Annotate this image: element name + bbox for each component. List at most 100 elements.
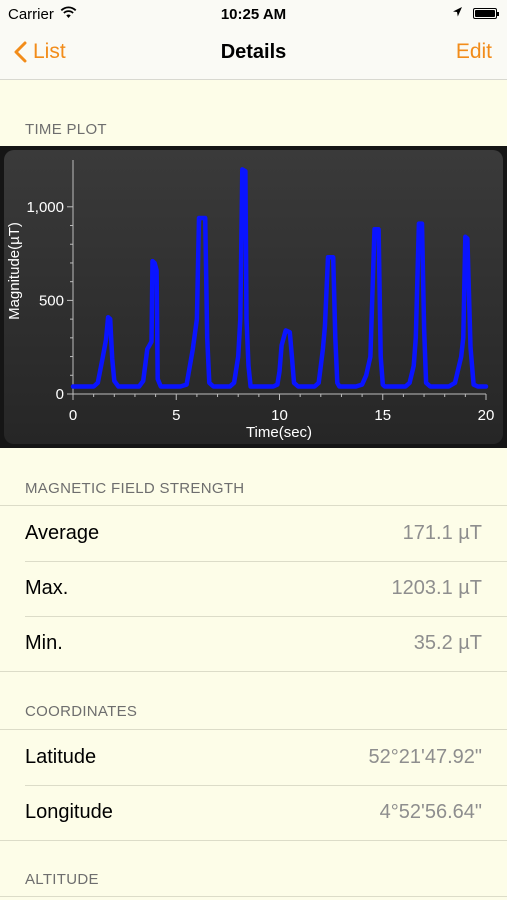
table-row-max: Max. 1203.1 µT [0, 561, 507, 616]
data-point [355, 385, 357, 388]
data-point [469, 346, 472, 348]
section-header-altitude: ALTITUDE [25, 871, 99, 888]
data-point [97, 382, 99, 384]
y-tick-label: 0 [56, 386, 64, 403]
data-point [280, 344, 283, 347]
location-arrow-icon [452, 5, 463, 22]
data-point [466, 237, 469, 240]
x-tick-label: 15 [374, 407, 391, 424]
data-point [415, 337, 417, 339]
data-point [111, 357, 113, 360]
data-point [142, 380, 144, 382]
data-point [198, 217, 200, 219]
data-point [334, 337, 337, 339]
data-point [317, 382, 320, 384]
data-point [421, 222, 423, 225]
data-point [151, 260, 154, 262]
data-point [113, 380, 116, 382]
data-point [105, 338, 107, 341]
row-value: 35.2 µT [413, 632, 482, 654]
data-point [324, 325, 326, 328]
data-point [377, 228, 380, 231]
data-point [460, 355, 463, 358]
data-point [379, 355, 382, 358]
data-point [429, 385, 432, 388]
table-row-longitude: Longitude 4°52'56.64" [0, 785, 507, 840]
y-tick-label: 1,000 [26, 199, 64, 216]
row-value: 171.1 µT [402, 522, 482, 544]
data-point [196, 318, 198, 320]
x-tick-label: 5 [172, 407, 180, 424]
data-point [208, 382, 211, 384]
data-point [229, 385, 231, 388]
data-point [404, 385, 407, 388]
data-point [464, 236, 467, 238]
data-point [448, 385, 450, 388]
data-point [291, 355, 293, 358]
data-point [313, 385, 316, 388]
magnetic-field-group: Average 171.1 µT Max. 1203.1 µT Min. 35.… [0, 505, 507, 672]
y-axis-label: Magnitude(µT) [6, 222, 23, 320]
data-point [485, 385, 487, 388]
data-point [382, 383, 384, 386]
data-point [289, 331, 291, 333]
row-label: Min. [25, 632, 63, 654]
data-point [278, 370, 281, 373]
data-point [156, 378, 159, 380]
table-row-average: Average 171.1 µT [0, 506, 507, 561]
data-point [418, 222, 420, 225]
section-header-coordinates: COORDINATES [25, 703, 138, 720]
data-point [284, 329, 287, 332]
data-point [204, 217, 206, 219]
edit-button[interactable]: Edit [456, 40, 492, 64]
data-point [408, 382, 411, 384]
x-tick-label: 0 [69, 407, 77, 424]
data-point [72, 385, 74, 388]
status-time: 10:25 AM [220, 6, 287, 23]
coordinates-group: Latitude 52°21'47.92" Longitude 4°52'56.… [0, 729, 507, 841]
data-point [327, 256, 329, 259]
data-point [102, 355, 104, 358]
data-point [117, 385, 120, 388]
row-value: 1203.1 µT [391, 577, 482, 599]
data-point [365, 374, 368, 377]
data-point [109, 318, 111, 320]
data-point [245, 318, 248, 320]
x-tick-label: 20 [478, 407, 495, 424]
section-header-time-plot: TIME PLOT [25, 121, 107, 138]
row-label: Average [25, 522, 100, 544]
data-point [454, 382, 456, 384]
divider [0, 896, 507, 897]
data-point [338, 385, 341, 388]
data-point [146, 348, 149, 350]
battery-icon [473, 8, 499, 19]
data-point [244, 170, 247, 172]
data-point [322, 348, 324, 350]
series-line [70, 167, 489, 389]
row-value: 4°52'56.64" [379, 801, 482, 823]
chart-svg: 0 500 1,000 0 5 10 15 20 Time(sec) Magnitude(µ… [6, 160, 495, 441]
time-plot-chart: 0 500 1,000 0 5 10 15 20 Time(sec) Magnitude(µ… [0, 146, 507, 448]
data-point [373, 228, 376, 231]
data-point [153, 262, 156, 264]
data-point [332, 256, 335, 259]
data-point [212, 385, 215, 388]
data-point [179, 385, 182, 388]
data-point [92, 385, 95, 388]
data-point [293, 382, 295, 384]
data-point [423, 327, 425, 330]
section-header-magnetic: MAGNETIC FIELD STRENGTH [25, 480, 245, 497]
data-point [272, 385, 275, 388]
data-point [425, 382, 427, 384]
data-point [138, 385, 140, 388]
data-point [241, 168, 244, 171]
table-row-latitude: Latitude 52°21'47.92" [0, 730, 507, 785]
x-tick-label: 10 [271, 407, 288, 424]
data-point [476, 385, 479, 388]
data-point [276, 383, 279, 386]
data-point [150, 340, 153, 343]
row-label: Latitude [25, 746, 97, 768]
data-point [384, 385, 386, 388]
data-point [412, 365, 415, 367]
data-point [206, 337, 208, 339]
